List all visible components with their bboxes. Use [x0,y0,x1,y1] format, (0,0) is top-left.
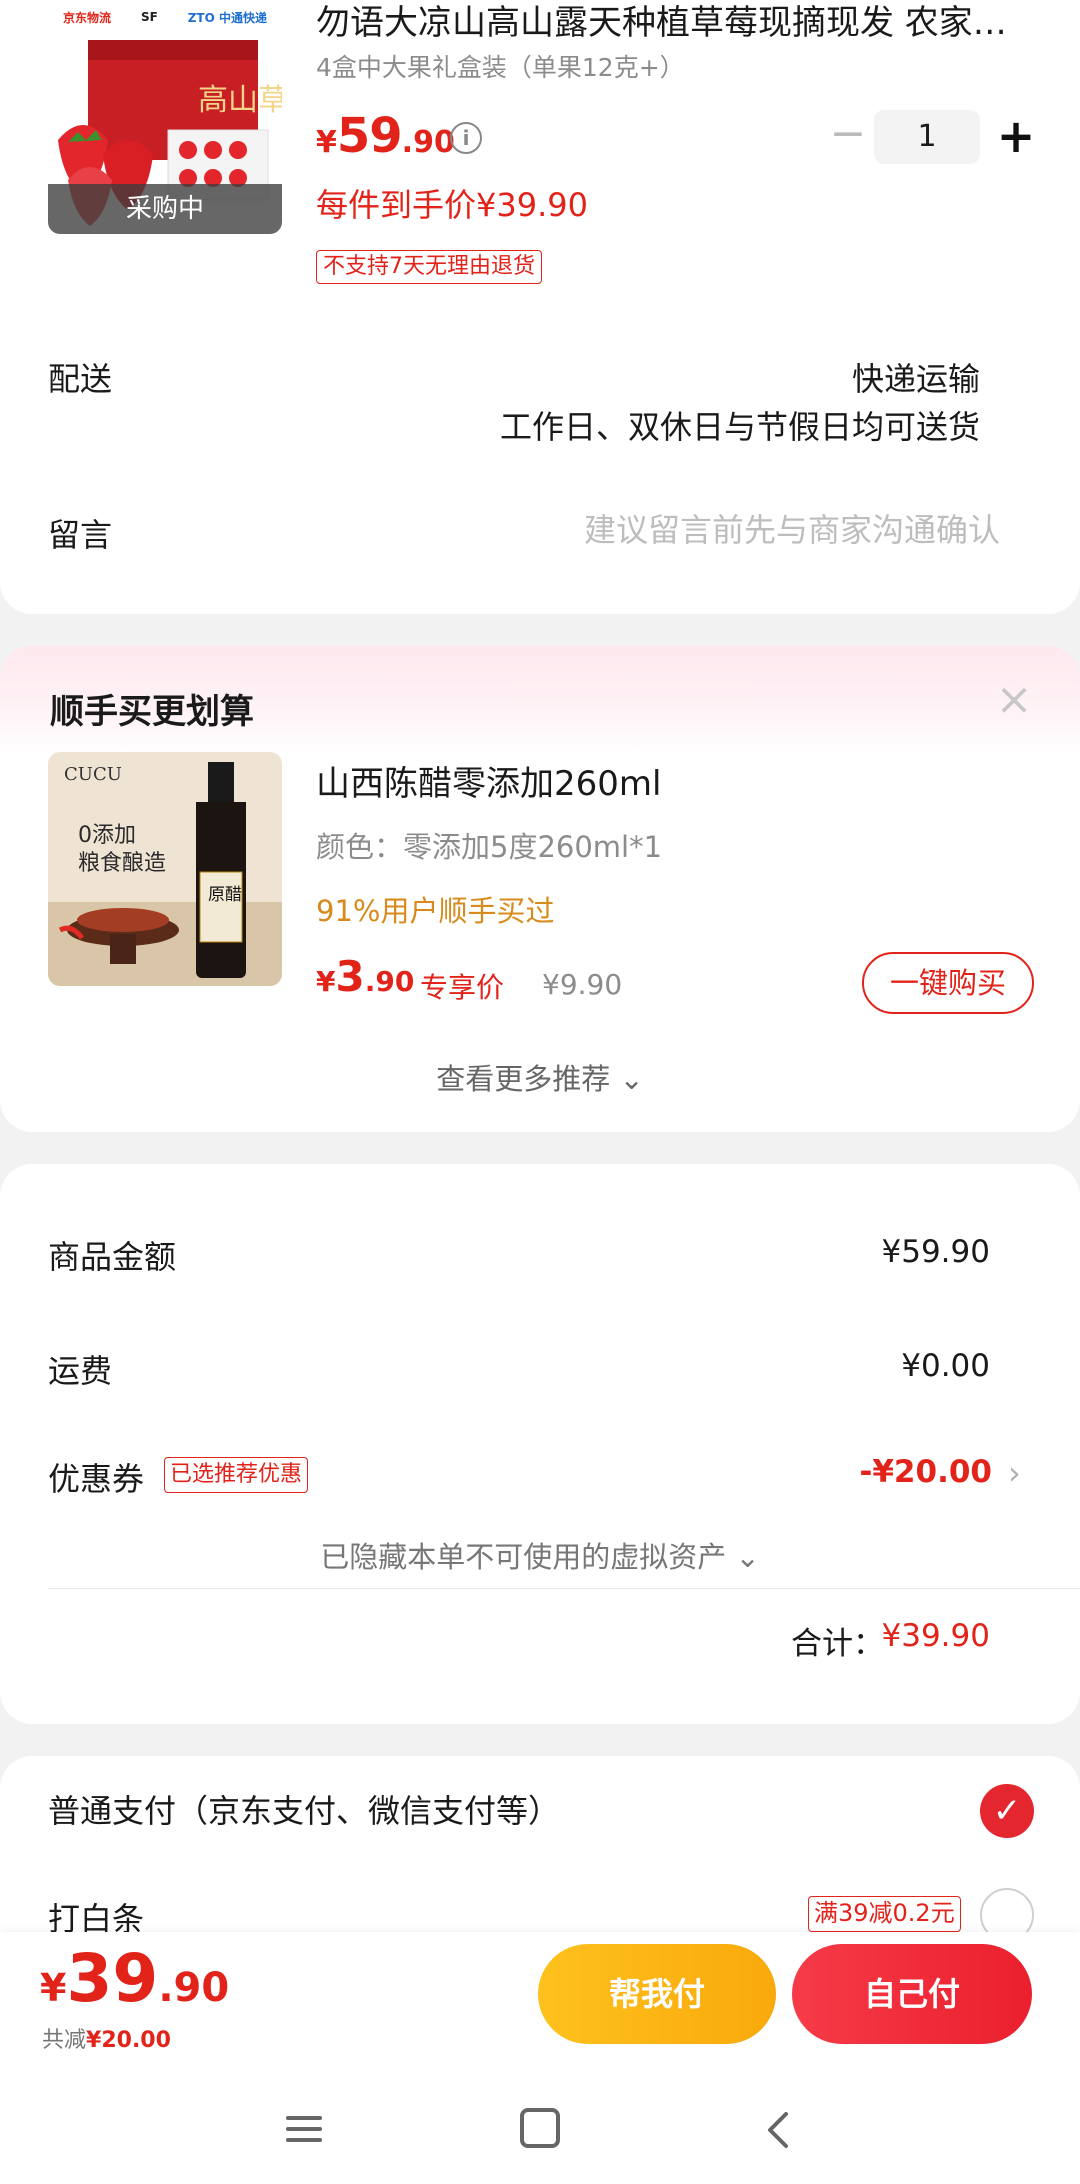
recommend-card: 顺手买更划算 × CUCU 0添加 粮食酿造 原醋 山西陈醋零添加260ml 颜… [0,646,1080,1132]
hidden-virtual-assets-toggle[interactable]: 已隐藏本单不可使用的虚拟资产 ⌄ [0,1534,1080,1576]
jd-logistics-logo: 京东物流 [62,10,111,25]
total-label: 合计： [791,1626,884,1662]
message-input[interactable] [480,508,1000,552]
coupon-recommended-tag: 已选推荐优惠 [164,1457,309,1493]
total-saved-label: 共减 [42,2028,87,2053]
coupon-value[interactable]: -¥20.00 [860,1454,993,1490]
rec-price-currency: ¥ [316,965,336,998]
vinegar-bottle-image: CUCU 0添加 粮食酿造 原醋 [48,752,282,986]
delivery-method[interactable]: 快递运输 [852,354,980,400]
quantity-decrease-button[interactable]: − [826,112,870,156]
sf-logo: SF [140,10,158,24]
pay-amount-currency: ¥ [40,1966,67,2010]
back-icon[interactable] [760,2110,800,2150]
product-card: 京东物流 SF ZTO 中通快递 高山草莓 采购中 勿语大凉山高山露天种植草莓现… [0,0,1080,614]
divider [48,1588,1080,1589]
info-icon[interactable]: i [450,122,482,154]
chevron-right-icon[interactable]: › [1008,1454,1021,1492]
product-spec: 4盒中大果礼盒装（单果12克+） [316,53,685,82]
coupon-label: 优惠券 [48,1460,145,1498]
recommend-product-attr: 颜色：零添加5度260ml*1 [316,830,663,864]
recommend-product-name[interactable]: 山西陈醋零添加260ml [316,756,661,805]
purchasing-badge: 采购中 [48,184,282,234]
total-saved-value: ¥20.00 [86,2028,171,2053]
message-label: 留言 [48,516,113,554]
delivery-label: 配送 [48,360,113,398]
product-thumbnail[interactable]: 京东物流 SF ZTO 中通快递 高山草莓 采购中 [48,0,282,234]
thumb-brand: CUCU [64,764,122,785]
see-more-recommendations[interactable]: 查看更多推荐 ⌄ [0,1056,1080,1098]
price-currency: ¥ [316,125,337,160]
original-price: ¥9.90 [542,968,623,1001]
quantity-increase-button[interactable]: + [992,110,1040,164]
product-price: ¥ 59 .90 [316,108,455,168]
help-me-pay-button[interactable]: 帮我付 [538,1944,776,2044]
home-icon[interactable] [520,2108,560,2148]
rec-price-integer: 3 [335,952,365,1001]
goods-amount-value: ¥59.90 [881,1234,990,1270]
checkmark-icon[interactable]: ✓ [980,1784,1034,1838]
recommend-price: ¥ 3 .90 [316,952,414,1001]
one-click-buy-button[interactable]: 一键购买 [862,952,1034,1014]
checkout-bottom-bar: ¥ 39 .90 共减¥20.00 帮我付 自己付 [0,1932,1080,2082]
checkout-page: 京东物流 SF ZTO 中通快递 高山草莓 采购中 勿语大凉山高山露天种植草莓现… [0,0,1080,2184]
shipping-fee-value: ¥0.00 [901,1348,990,1384]
pay-amount-integer: 39 [66,1940,159,2017]
delivery-days: 工作日、双休日与节假日均可送货 [499,408,980,446]
no-return-tag: 不支持7天无理由退货 [316,250,542,284]
shipping-fee-label: 运费 [48,1352,113,1390]
pay-amount: ¥ 39 .90 [40,1940,229,2017]
thumb-text-1: 0添加 [78,823,136,848]
pay-amount-decimal: .90 [158,1965,230,2011]
final-unit-price: 每件到手价¥39.90 [316,186,588,224]
amount-summary-card: 商品金额 ¥59.90 运费 ¥0.00 优惠券 已选推荐优惠 -¥20.00 … [0,1164,1080,1724]
pay-myself-button[interactable]: 自己付 [792,1944,1032,2044]
product-title[interactable]: 勿语大凉山高山露天种植草莓现摘现发 农家… [316,0,1036,46]
system-navigation-bar [0,2082,1080,2184]
payment-option-standard[interactable]: 普通支付（京东支付、微信支付等） [48,1786,560,1832]
menu-icon[interactable] [284,2110,324,2150]
exclusive-price-label: 专享价 [420,971,505,1004]
rec-price-decimal: .90 [364,965,415,998]
quantity-value[interactable]: 1 [874,110,980,164]
thumb-label: 原醋 [208,885,242,905]
zto-logo: ZTO 中通快递 [187,10,268,25]
goods-amount-label: 商品金额 [48,1238,177,1276]
recommend-thumbnail[interactable]: CUCU 0添加 粮食酿造 原醋 [48,752,282,986]
shipping-logos: 京东物流 SF ZTO 中通快递 [48,0,282,34]
thumb-text-2: 粮食酿造 [78,851,166,876]
close-icon[interactable]: × [994,678,1034,722]
box-text: 高山草莓 [198,83,282,118]
recommend-social-proof: 91%用户顺手买过 [316,894,555,928]
total-value: ¥39.90 [881,1618,990,1654]
total-saved: 共减¥20.00 [42,2022,171,2054]
baitiao-discount-tag: 满39减0.2元 [808,1896,961,1932]
recommend-title: 顺手买更划算 [50,692,254,732]
price-integer: 59 [336,108,403,164]
price-decimal: .90 [401,125,455,160]
